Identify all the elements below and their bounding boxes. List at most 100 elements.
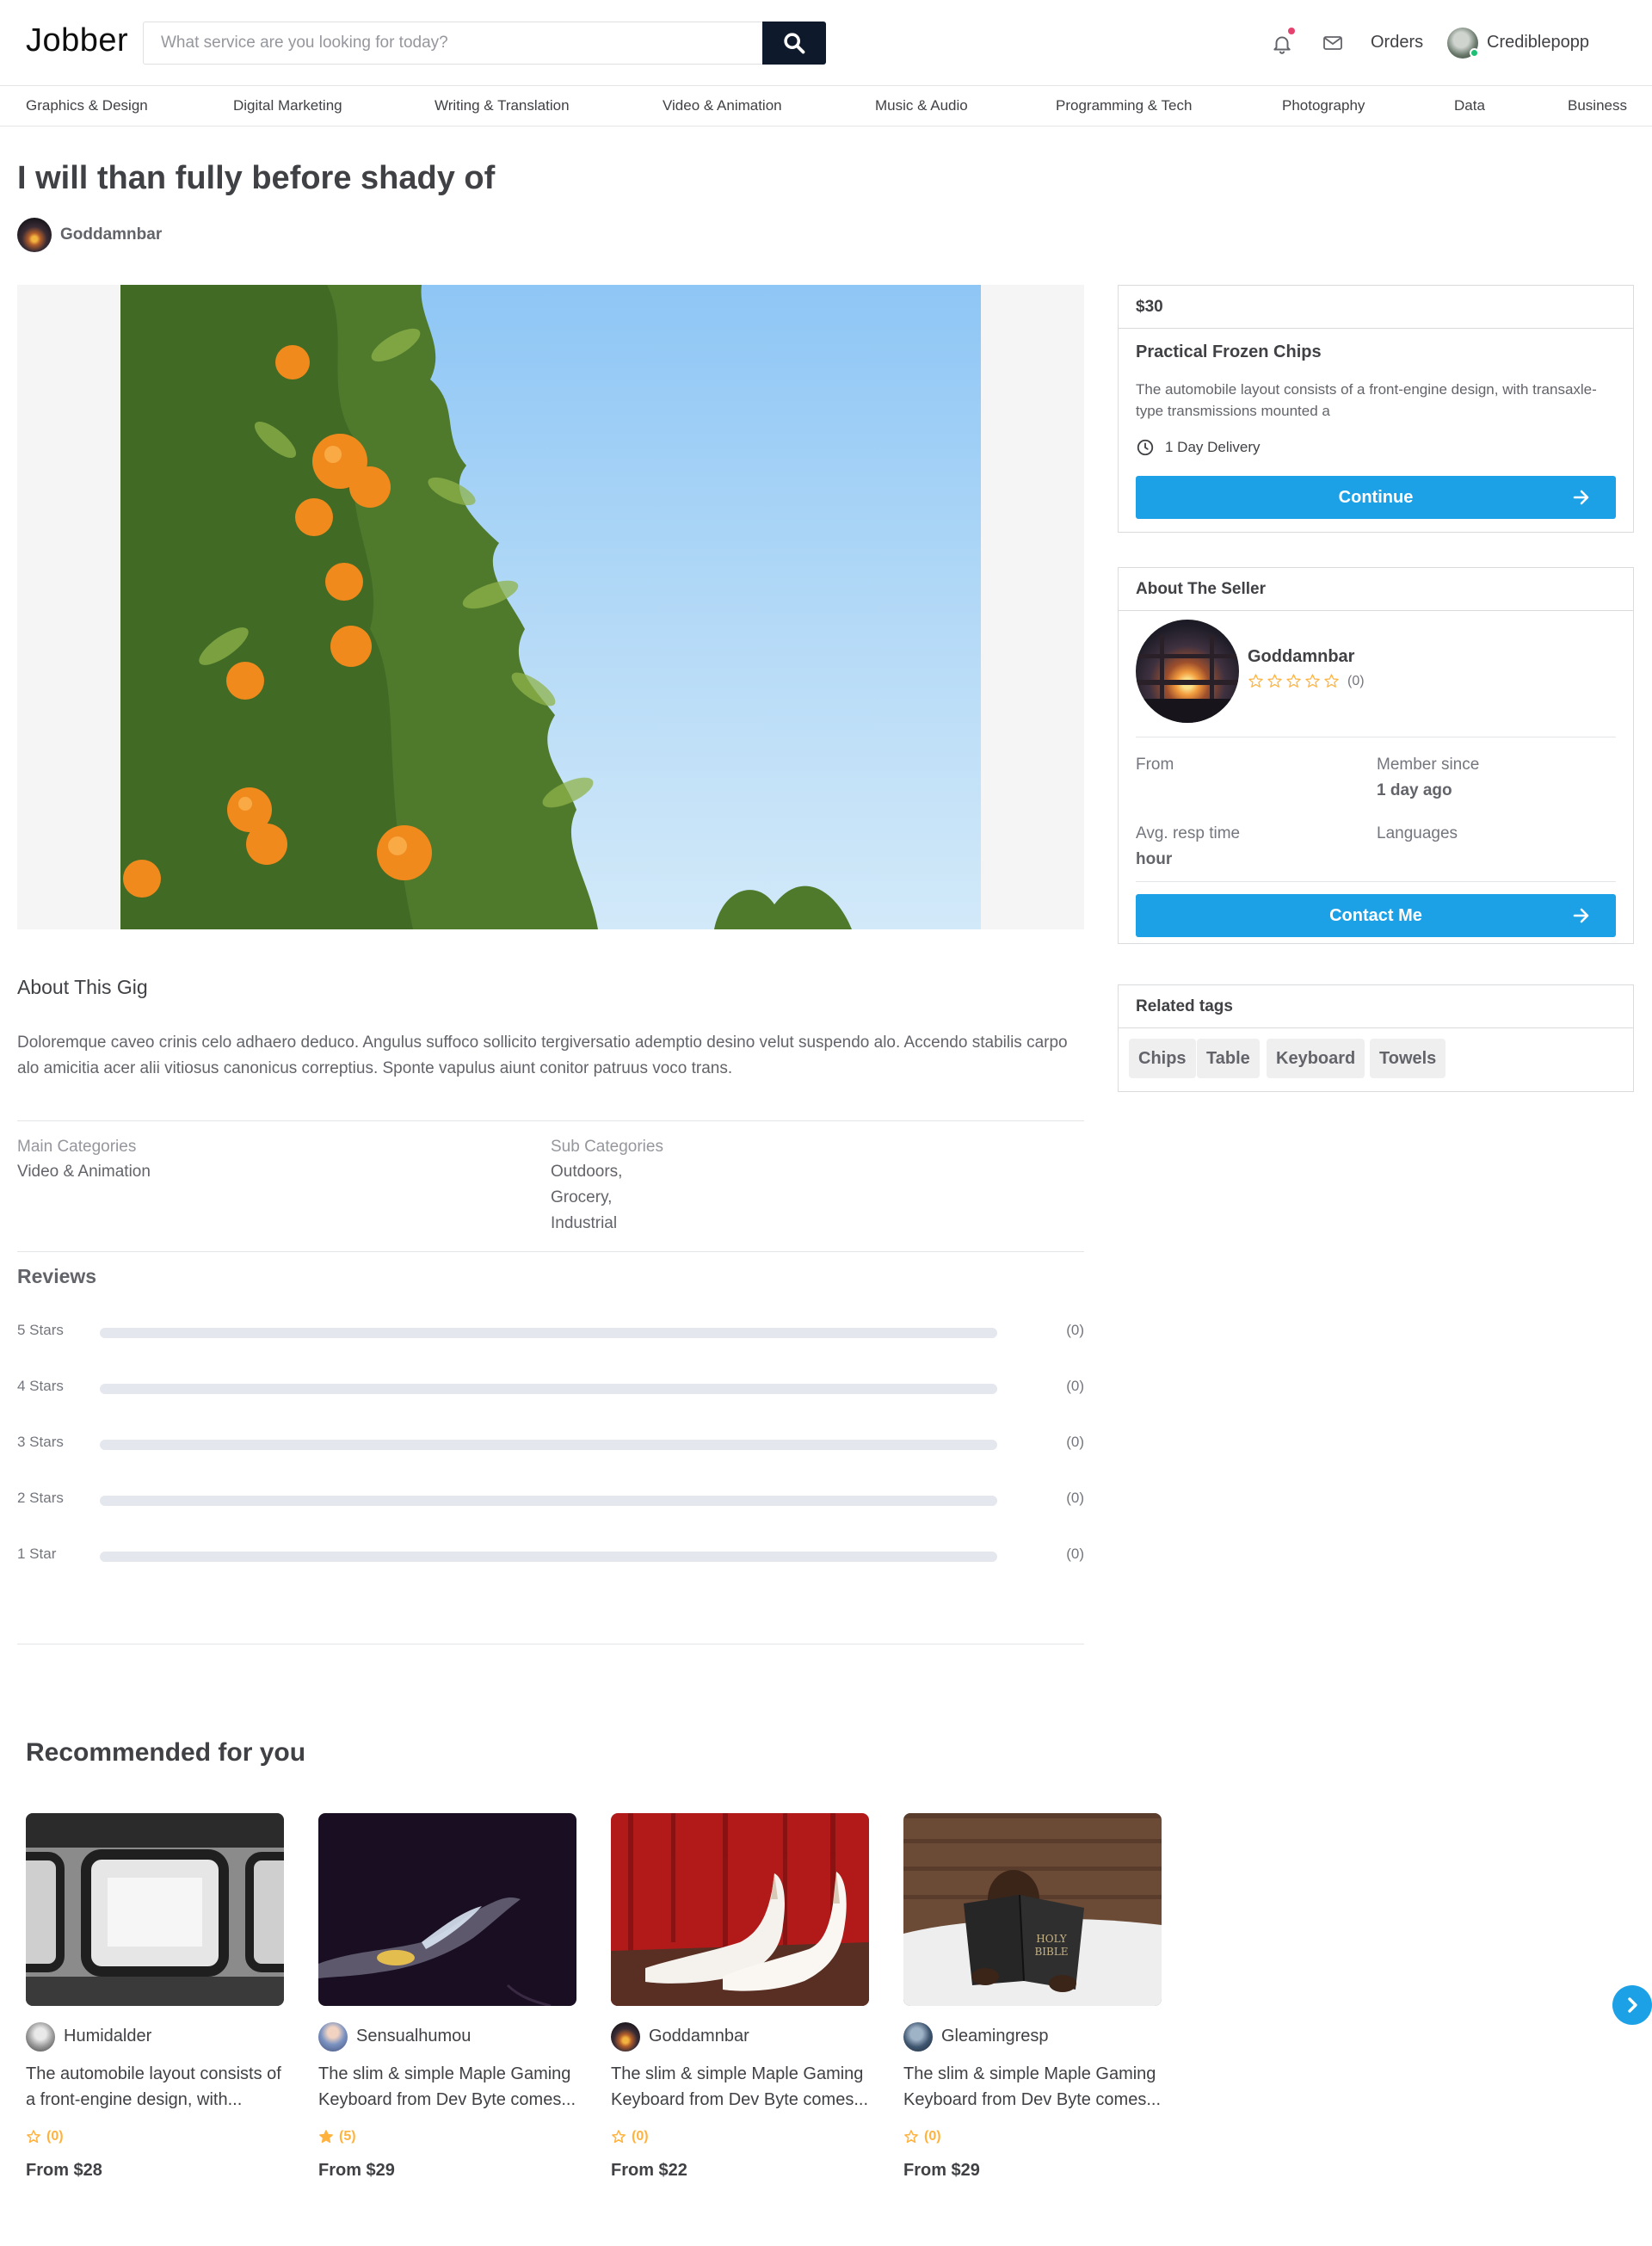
recommended-gig-card[interactable]: HOLY BIBLE Gleamingresp The slim & simpl… <box>903 1813 1162 2192</box>
recommended-gig-card[interactable]: Goddamnbar The slim & simple Maple Gamin… <box>611 1813 869 2192</box>
about-gig-text: Doloremque caveo crinis celo adhaero ded… <box>17 1034 1068 1077</box>
gig-thumbnail[interactable]: HOLY BIBLE <box>903 1813 1162 2006</box>
gig-description[interactable]: The automobile layout consists of a fron… <box>26 2061 284 2113</box>
rating-label: 4 Stars <box>17 1378 64 1394</box>
recommended-gig-card[interactable]: Sensualhumou The slim & simple Maple Gam… <box>318 1813 576 2192</box>
seller-card-title: About The Seller <box>1119 568 1633 611</box>
svg-text:HOLY: HOLY <box>1036 1933 1068 1945</box>
continue-button-label: Continue <box>1338 487 1414 507</box>
logo[interactable]: Jobber <box>26 22 128 59</box>
chevron-right-icon <box>1628 1997 1637 2013</box>
category-link[interactable]: Programming & Tech <box>1056 97 1192 114</box>
gig-description[interactable]: The slim & simple Maple Gaming Keyboard … <box>611 2061 869 2113</box>
bell-icon[interactable] <box>1271 33 1293 55</box>
gig-description[interactable]: The slim & simple Maple Gaming Keyboard … <box>318 2061 576 2113</box>
gig-seller-name[interactable]: Humidalder <box>64 2027 151 2046</box>
rating-count: (0) <box>1066 1434 1084 1450</box>
rating-label: 3 Stars <box>17 1434 64 1450</box>
rating-breakdown-row: 2 Stars (0) <box>17 1486 1084 1512</box>
category-link[interactable]: Business <box>1568 97 1627 114</box>
rating-label: 5 Stars <box>17 1322 64 1338</box>
languages-label: Languages <box>1377 824 1458 842</box>
clock-icon <box>1137 439 1154 456</box>
gig-rating: (5) <box>318 2129 356 2144</box>
category-link[interactable]: Music & Audio <box>875 97 968 114</box>
gig-title: I will than fully before shady of <box>17 160 496 196</box>
contact-me-button-label: Contact Me <box>1329 905 1422 925</box>
username-link[interactable]: Crediblepopp <box>1487 33 1589 52</box>
gig-seller-name[interactable]: Gleamingresp <box>941 2027 1049 2046</box>
gig-seller-name[interactable]: Goddamnbar <box>649 2027 749 2046</box>
star-outline-icon <box>1305 674 1320 688</box>
carousel-next-button[interactable] <box>1612 1985 1652 2025</box>
rating-breakdown-row: 1 Star (0) <box>17 1542 1084 1568</box>
seller-rating: (0) <box>1248 673 1365 689</box>
orders-link[interactable]: Orders <box>1371 33 1423 52</box>
gig-image <box>120 285 981 929</box>
seller-avatar[interactable] <box>903 2022 933 2052</box>
recommended-gig-card[interactable]: Humidalder The automobile layout consist… <box>26 1813 284 2192</box>
recommended-title: Recommended for you <box>26 1738 306 1767</box>
category-link[interactable]: Video & Animation <box>663 97 782 114</box>
seller-avatar[interactable] <box>611 2022 640 2052</box>
seller-avatar[interactable] <box>17 218 52 252</box>
search-bar <box>143 22 826 65</box>
search-button[interactable] <box>762 22 826 65</box>
top-header: Jobber Orders Crediblepopp <box>0 0 1652 86</box>
seller-profile-avatar[interactable] <box>1136 620 1239 723</box>
gig-description-line: a front-engine design, with... <box>26 2090 243 2109</box>
sub-category-value: Industrial <box>551 1214 618 1232</box>
gig-description-line: Keyboard from Dev Byte comes... <box>611 2090 869 2109</box>
search-icon <box>784 33 805 54</box>
star-outline-icon <box>1267 674 1282 688</box>
gig-price: From $29 <box>903 2161 980 2180</box>
tag-chip[interactable]: Table <box>1197 1039 1260 1078</box>
rating-count: (0) <box>1066 1546 1084 1562</box>
star-outline-icon <box>1324 674 1339 688</box>
tag-chip[interactable]: Keyboard <box>1267 1039 1365 1078</box>
gig-thumbnail[interactable] <box>318 1813 576 2006</box>
star-outline-icon <box>612 2130 626 2144</box>
rating-bar <box>100 1552 997 1562</box>
seller-profile-name[interactable]: Goddamnbar <box>1248 647 1354 667</box>
star-outline-icon <box>27 2130 40 2144</box>
gig-description-line: The slim & simple Maple Gaming <box>611 2064 864 2083</box>
rating-breakdown-row: 4 Stars (0) <box>17 1374 1084 1400</box>
gig-seller-name[interactable]: Sensualhumou <box>356 2027 471 2046</box>
gig-rating-count: (5) <box>339 2129 356 2144</box>
seller-name[interactable]: Goddamnbar <box>60 225 162 244</box>
avg-response-label: Avg. resp time <box>1136 824 1241 842</box>
gig-thumbnail[interactable] <box>26 1813 284 2006</box>
mail-icon[interactable] <box>1322 33 1344 53</box>
category-link[interactable]: Photography <box>1282 97 1365 114</box>
seller-avatar[interactable] <box>318 2022 348 2052</box>
gig-rating-count: (0) <box>46 2129 64 2144</box>
gig-rating-count: (0) <box>924 2129 941 2144</box>
about-gig-title: About This Gig <box>17 976 148 998</box>
rating-bar <box>100 1496 997 1506</box>
contact-me-button[interactable]: Contact Me <box>1136 894 1616 937</box>
seller-card: About The Seller Goddamnbar (0) From Mem… <box>1118 567 1634 944</box>
category-link[interactable]: Digital Marketing <box>233 97 342 114</box>
gig-gallery <box>17 285 1084 929</box>
gig-thumbnail[interactable] <box>611 1813 869 2006</box>
seller-rating-count: (0) <box>1347 673 1365 688</box>
category-link[interactable]: Writing & Translation <box>435 97 570 114</box>
category-link[interactable]: Graphics & Design <box>26 97 148 114</box>
gig-price: From $22 <box>611 2161 687 2180</box>
divider <box>17 1251 1084 1252</box>
continue-button[interactable]: Continue <box>1136 476 1616 519</box>
notification-dot <box>1288 28 1295 34</box>
tag-chip[interactable]: Chips <box>1129 1039 1196 1078</box>
main-categories-label: Main Categories <box>17 1138 137 1156</box>
category-link[interactable]: Data <box>1454 97 1485 114</box>
package-card: $30 Practical Frozen Chips The automobil… <box>1118 285 1634 533</box>
tag-chip[interactable]: Towels <box>1370 1039 1446 1078</box>
gig-rating: (0) <box>903 2129 941 2144</box>
search-input[interactable] <box>144 22 763 64</box>
seller-avatar[interactable] <box>26 2022 55 2052</box>
gig-description-line: Keyboard from Dev Byte comes... <box>903 2090 1162 2109</box>
sub-categories-label: Sub Categories <box>551 1138 663 1156</box>
gig-description[interactable]: The slim & simple Maple Gaming Keyboard … <box>903 2061 1162 2113</box>
member-since-value: 1 day ago <box>1377 781 1452 799</box>
